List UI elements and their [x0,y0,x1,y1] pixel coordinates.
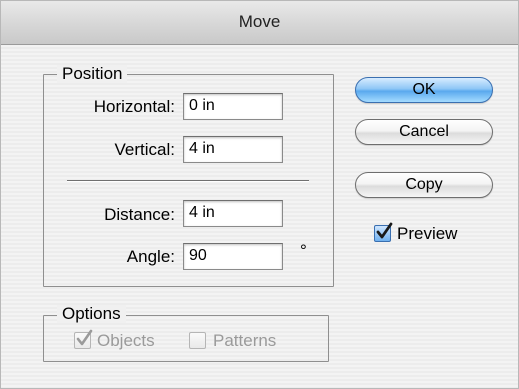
checkmark-icon [376,222,393,239]
distance-label: Distance: [104,205,175,224]
objects-checkbox[interactable] [74,329,93,349]
preview-label: Preview [397,224,458,243]
angle-input[interactable]: 90 [183,243,283,270]
horizontal-label: Horizontal: [93,97,175,116]
distance-input[interactable]: 4 in [183,200,283,227]
vertical-label: Vertical: [114,140,175,159]
copy-button[interactable]: Copy [355,172,493,198]
patterns-checkbox[interactable] [189,332,206,349]
checkmark-icon [76,329,93,346]
move-dialog: Move Position Horizontal: 0 in Vertical:… [0,0,519,389]
horizontal-input[interactable]: 0 in [183,93,283,120]
preview-checkbox[interactable] [374,222,393,242]
objects-label: Objects [97,331,155,350]
vertical-input[interactable]: 4 in [183,136,283,163]
window-title: Move [1,1,518,45]
options-legend: Options [57,305,126,323]
patterns-label: Patterns [213,331,277,350]
position-legend: Position [57,65,128,83]
degree-symbol: ° [300,241,307,260]
ok-button[interactable]: OK [355,77,493,103]
angle-label: Angle: [126,247,175,266]
cancel-button[interactable]: Cancel [355,119,493,145]
position-separator [67,180,309,182]
